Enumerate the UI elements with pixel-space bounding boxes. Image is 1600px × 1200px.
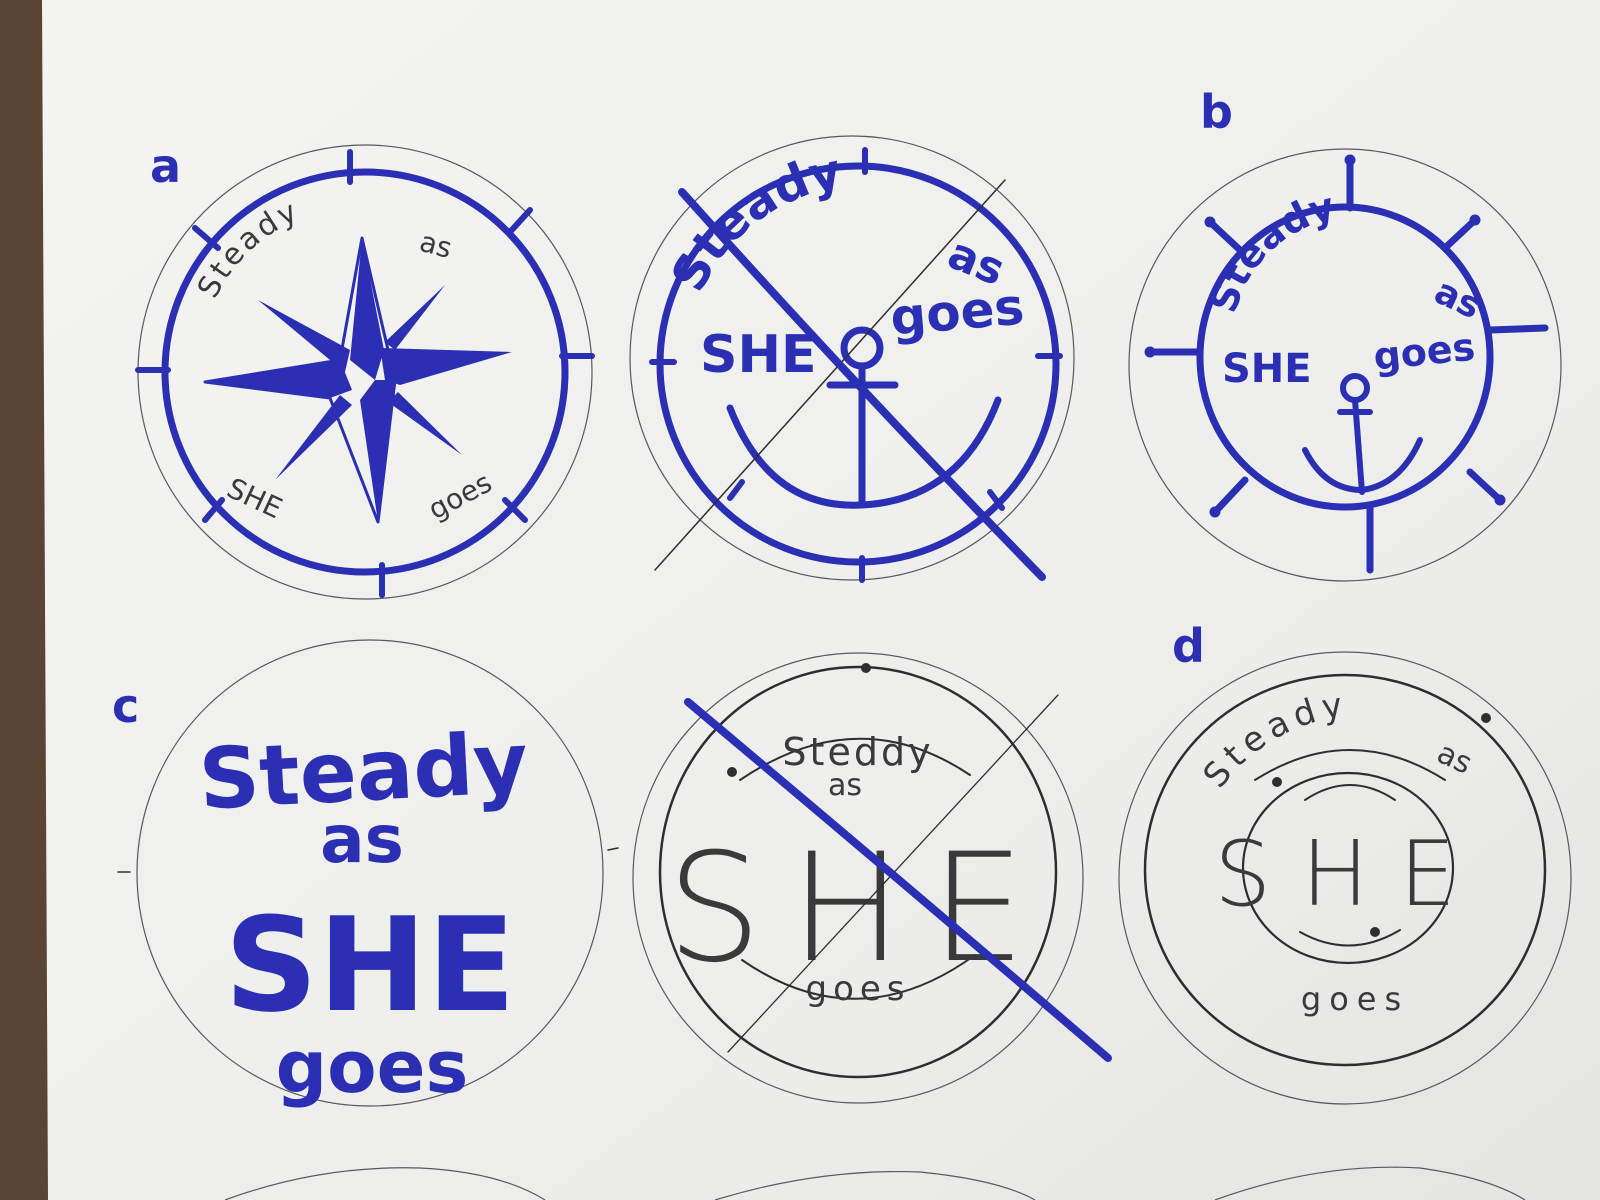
sketch-c-as-text: as [320,801,404,878]
label-b: b [1200,85,1233,139]
sketch-d-goes-text: goes [1301,980,1409,1018]
sketch-d-she-text: SHE [1214,822,1486,927]
label-a: a [150,139,181,193]
crossed1-she-text: SHE [700,325,817,385]
label-c: c [112,679,139,733]
photo-scene: Steady as SHE goes a Steady as SHE goes [0,0,1600,1200]
crossed2-goes-text: goes [805,969,910,1009]
sketch-c-goes-text: goes [276,1025,469,1109]
sketch-b-she-text: SHE [1222,346,1312,392]
crossed2-as-text: as [828,768,862,803]
sketch-c-she-text: SHE [224,889,515,1041]
label-d: d [1172,619,1205,673]
